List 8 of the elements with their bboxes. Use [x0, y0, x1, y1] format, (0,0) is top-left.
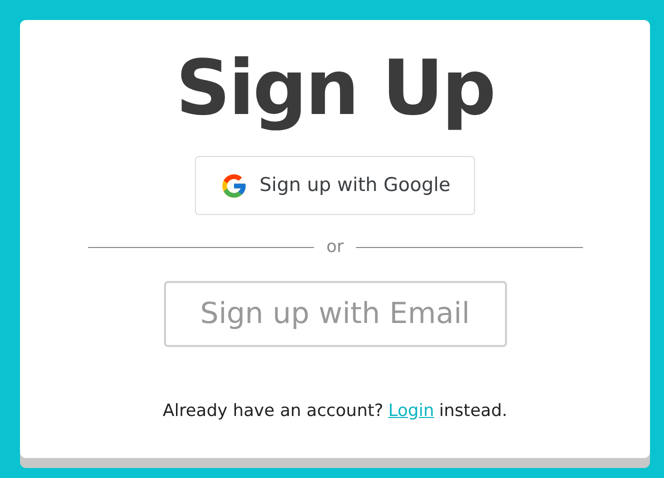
page-title: Sign Up — [176, 42, 494, 134]
google-signup-button[interactable]: Sign up with Google — [195, 156, 475, 215]
login-link[interactable]: Login — [388, 398, 434, 424]
footer-text: Already have an account? — [162, 400, 384, 422]
divider-label: or — [326, 236, 344, 259]
footer-suffix: instead. — [439, 400, 508, 422]
google-g-icon — [220, 172, 248, 200]
email-signup-button[interactable]: Sign up with Email — [164, 280, 506, 346]
